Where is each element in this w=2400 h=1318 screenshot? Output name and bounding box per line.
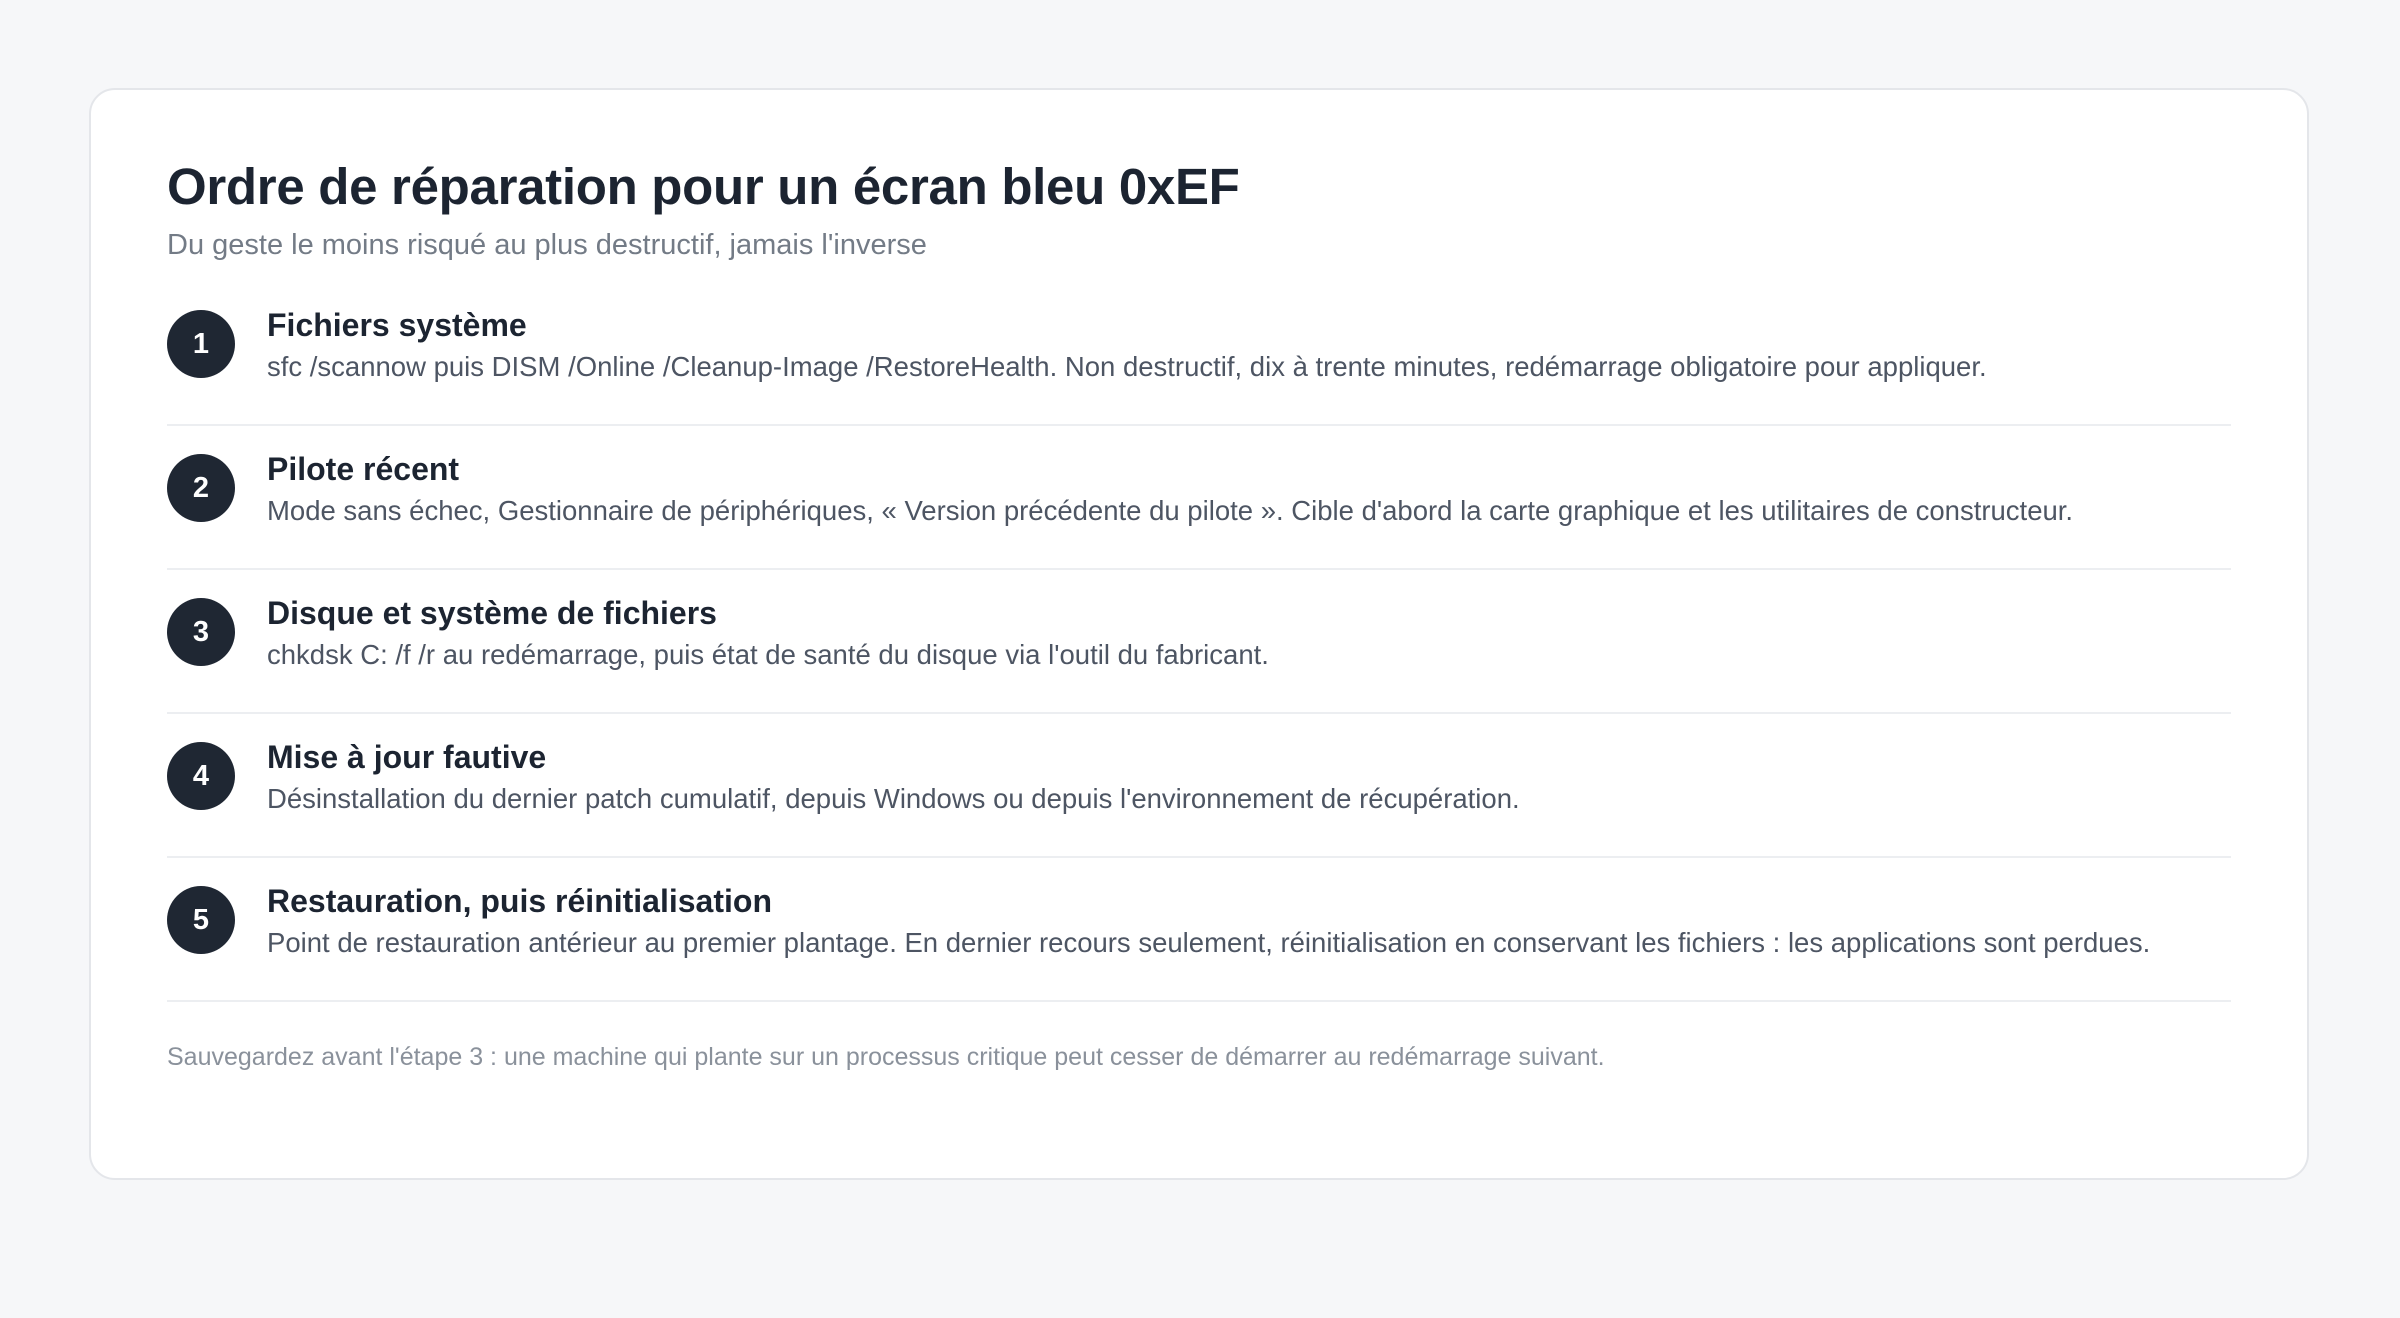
step-number-badge: 3 <box>167 598 235 666</box>
step-body: Fichiers système sfc /scannow puis DISM … <box>267 304 1987 386</box>
page-title: Ordre de réparation pour un écran bleu 0… <box>167 158 1240 215</box>
step-item-3: 3 Disque et système de fichiers chkdsk C… <box>167 570 2231 714</box>
repair-order-card: Ordre de réparation pour un écran bleu 0… <box>89 88 2309 1180</box>
step-item-4: 4 Mise à jour fautive Désinstallation du… <box>167 714 2231 858</box>
step-item-1: 1 Fichiers système sfc /scannow puis DIS… <box>167 307 2231 426</box>
step-title: Restauration, puis réinitialisation <box>267 883 772 919</box>
steps-list: 1 Fichiers système sfc /scannow puis DIS… <box>167 307 2231 1002</box>
step-body: Disque et système de fichiers chkdsk C: … <box>267 592 1269 674</box>
step-description: sfc /scannow puis DISM /Online /Cleanup-… <box>267 351 1987 382</box>
step-description: Mode sans échec, Gestionnaire de périphé… <box>267 495 2074 526</box>
step-item-2: 2 Pilote récent Mode sans échec, Gestion… <box>167 426 2231 570</box>
step-body: Pilote récent Mode sans échec, Gestionna… <box>267 448 2073 530</box>
page-subtitle: Du geste le moins risqué au plus destruc… <box>167 229 927 261</box>
step-number-badge: 1 <box>167 310 235 378</box>
step-title: Fichiers système <box>267 307 527 343</box>
step-body: Restauration, puis réinitialisation Poin… <box>267 880 2150 962</box>
backup-footnote: Sauvegardez avant l'étape 3 : une machin… <box>167 1043 1605 1071</box>
step-body: Mise à jour fautive Désinstallation du d… <box>267 736 1520 818</box>
step-number-badge: 2 <box>167 454 235 522</box>
step-description: chkdsk C: /f /r au redémarrage, puis éta… <box>267 639 1269 670</box>
step-title: Pilote récent <box>267 451 460 487</box>
step-description: Désinstallation du dernier patch cumulat… <box>267 783 1520 814</box>
step-item-5: 5 Restauration, puis réinitialisation Po… <box>167 858 2231 1002</box>
step-title: Disque et système de fichiers <box>267 595 717 631</box>
step-title: Mise à jour fautive <box>267 739 547 775</box>
step-number-badge: 4 <box>167 742 235 810</box>
step-description: Point de restauration antérieur au premi… <box>267 927 2151 958</box>
step-number-badge: 5 <box>167 886 235 954</box>
